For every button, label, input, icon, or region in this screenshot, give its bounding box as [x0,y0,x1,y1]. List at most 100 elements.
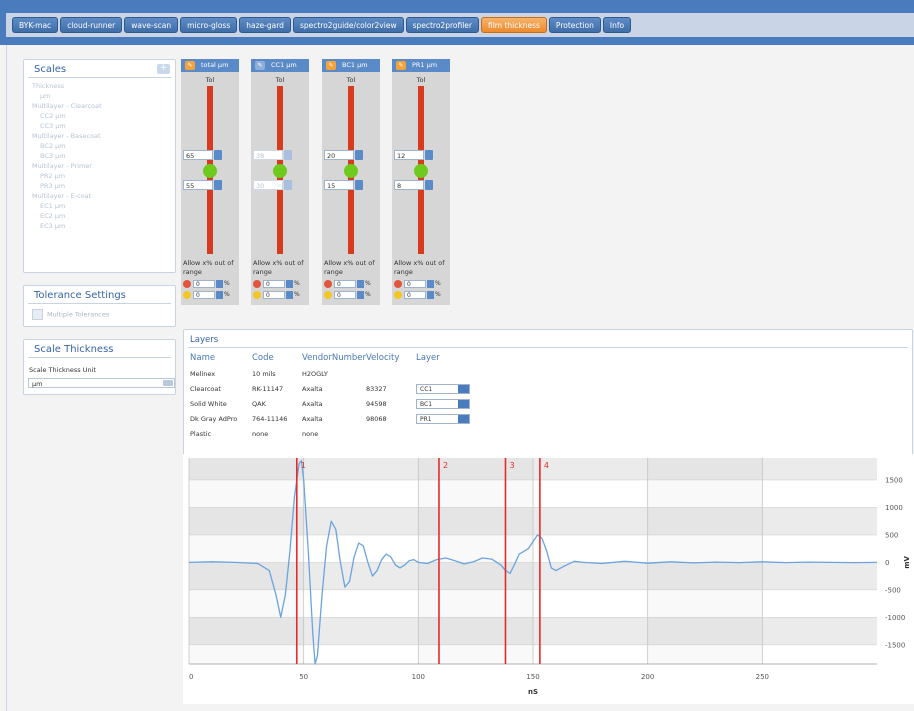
layer-select[interactable]: PR1 [416,413,471,424]
scale-item[interactable]: EC3 μm [32,221,167,231]
spinner-icon[interactable] [427,279,434,288]
red-dot-icon [253,279,261,288]
tab-cloud-runner[interactable]: cloud-runner [60,17,123,33]
pencil-icon[interactable]: ✎ [326,60,336,70]
chevron-down-icon[interactable] [458,414,470,423]
upper-tolerance-input[interactable]: 38 [253,150,292,160]
spinner-icon[interactable] [427,290,434,299]
scale-item[interactable]: PR3 μm [32,181,167,191]
yellow-percent-input[interactable]: 0 [334,290,356,299]
tab-spectro2profiler[interactable]: spectro2profiler [405,17,479,33]
layer-assign-cell: CC1 [416,381,486,396]
lower-tolerance-input[interactable]: 15 [324,180,363,190]
multiple-tolerances-row[interactable]: Multiple Tolerances [24,304,175,325]
scale-item[interactable]: Thickness [32,81,167,91]
yellow-percent-row: 0% [253,290,300,299]
layer-select[interactable]: CC1 [416,383,471,394]
lower-tolerance-input[interactable]: 8 [394,180,433,190]
spinner-icon[interactable] [357,279,364,288]
chevron-down-icon[interactable] [458,384,470,393]
chevron-down-icon[interactable] [458,399,470,408]
layers-header-code[interactable]: Code [252,350,302,366]
spinner-icon[interactable] [355,180,363,190]
spinner-icon[interactable] [425,150,433,160]
tab-haze-gard[interactable]: haze-gard [239,17,291,33]
scales-panel: Scales + Thickness μm Multilayer - Clearco… [23,59,176,273]
waveform-chart[interactable]: 0 50 100 150 200 250 1500 1000 500 0 -500 -1000 -150… [183,454,914,704]
spinner-icon[interactable] [214,180,222,190]
tab-wave-scan[interactable]: wave-scan [124,17,179,33]
y-tick-label: 1000 [885,504,903,512]
scale-thickness-unit-select[interactable]: μm [28,378,175,388]
lower-tolerance-input[interactable]: 55 [183,180,222,190]
layer-select-value: CC1 [420,385,433,393]
spinner-icon[interactable] [284,180,292,190]
multiple-tolerances-checkbox[interactable] [32,309,43,320]
spinner-icon[interactable] [286,290,293,299]
x-tick-label: 50 [299,673,308,681]
scale-item[interactable]: CC2 μm [32,111,167,121]
target-indicator[interactable] [414,164,428,178]
spinner-icon[interactable] [286,279,293,288]
yellow-percent-input[interactable]: 0 [263,290,285,299]
scale-item[interactable]: EC2 μm [32,211,167,221]
scale-item[interactable]: BC2 μm [32,141,167,151]
pencil-icon[interactable]: ✎ [185,60,195,70]
yellow-percent-row: 0% [183,290,230,299]
scale-item[interactable]: EC1 μm [32,201,167,211]
y-tick-label: -1500 [885,641,905,649]
scale-item[interactable]: BC3 μm [32,151,167,161]
spinner-icon[interactable] [355,150,363,160]
lower-tolerance-value: 8 [397,182,402,190]
x-tick-label: 150 [526,673,539,681]
upper-tolerance-input[interactable]: 12 [394,150,433,160]
scale-item[interactable]: Multilayer - Basecoat [32,131,167,141]
layers-header-vendornumber[interactable]: VendorNumber [302,350,366,366]
red-percent-input[interactable]: 0 [404,279,426,288]
pencil-icon[interactable]: ✎ [255,60,265,70]
layers-header-name[interactable]: Name [190,350,252,366]
layers-header-layer[interactable]: Layer [416,350,486,366]
layers-header-velocity[interactable]: Velocity [366,350,416,366]
upper-tolerance-input[interactable]: 20 [324,150,363,160]
tol-label: Tol [275,76,285,84]
tab-byk-mac[interactable]: BYK-mac [12,17,59,33]
scale-item[interactable]: Multilayer - E-coat [32,191,167,201]
tab-info[interactable]: Info [602,17,632,33]
spinner-icon[interactable] [216,279,223,288]
red-dot-icon [394,279,402,288]
upper-tolerance-input[interactable]: 65 [183,150,222,160]
red-percent-input[interactable]: 0 [263,279,285,288]
yellow-percent-input[interactable]: 0 [404,290,426,299]
spinner-icon[interactable] [214,150,222,160]
lower-tolerance-input[interactable]: 30 [253,180,292,190]
target-indicator[interactable] [203,164,217,178]
tab-micro-gloss[interactable]: micro-gloss [180,17,238,33]
tolerance-title: Tolerance Settings [28,286,171,304]
layer-vendor-cell: H2OGLY [302,369,328,378]
scale-item[interactable]: Multilayer - Primer [32,161,167,171]
scale-item[interactable]: μm [32,91,167,101]
tab-protection[interactable]: Protection [548,17,601,33]
scale-item[interactable]: PR2 μm [32,171,167,181]
spinner-icon[interactable] [425,180,433,190]
add-scale-button[interactable]: + [157,64,170,74]
target-indicator[interactable] [273,164,287,178]
spinner-icon[interactable] [284,150,292,160]
scale-item[interactable]: Multilayer - Clearcoat [32,101,167,111]
spinner-icon[interactable] [216,290,223,299]
scale-item[interactable]: CC3 μm [32,121,167,131]
chevron-down-icon[interactable] [163,380,173,386]
pencil-icon[interactable]: ✎ [396,60,406,70]
marker-label-4: 4 [544,461,549,470]
red-percent-input[interactable]: 0 [193,279,215,288]
tab-spectro2guide-color2view[interactable]: spectro2guide/color2view [292,17,404,33]
slider-header: ✎ CC1 μm [251,59,309,72]
spinner-icon[interactable] [357,290,364,299]
percent-sign: % [365,291,371,298]
tab-film-thickness[interactable]: film thickness [480,17,547,33]
target-indicator[interactable] [344,164,358,178]
yellow-percent-input[interactable]: 0 [193,290,215,299]
layer-select[interactable]: BC1 [416,398,471,409]
red-percent-input[interactable]: 0 [334,279,356,288]
